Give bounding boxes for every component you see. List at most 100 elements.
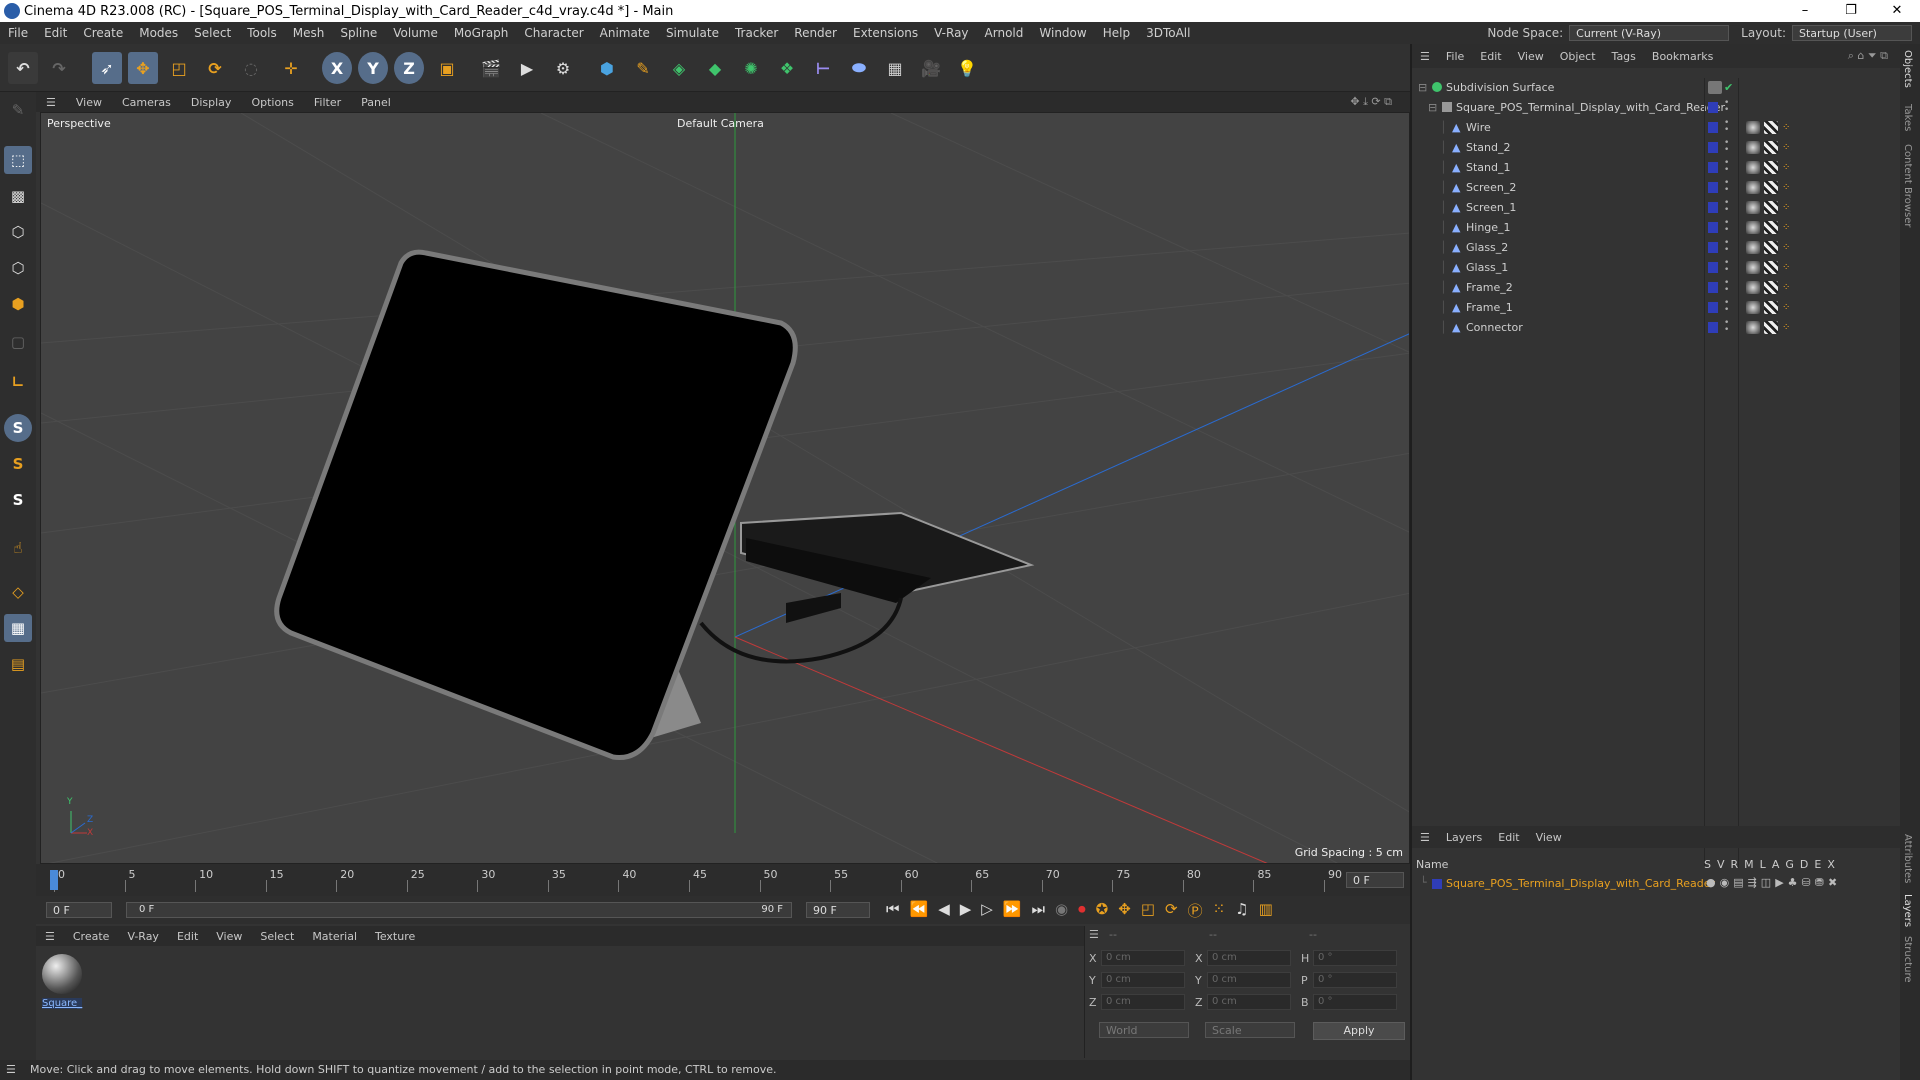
play-icon[interactable]: ▶ [960,900,972,921]
step-back-icon[interactable]: ◀ [938,900,950,921]
end-frame-field[interactable]: 90 F [806,902,870,918]
locked-workplane-icon[interactable]: ▦ [4,614,32,642]
layer-flag-header[interactable]: D [1800,858,1808,871]
visibility-dots-icon[interactable]: • • [1724,219,1729,235]
menu-mograph[interactable]: MoGraph [446,26,517,40]
phong-tag-icon[interactable]: ⁘ [1782,238,1790,257]
tab-structure[interactable]: Structure [1902,936,1913,983]
texture-tag-icon[interactable] [1764,181,1778,194]
render-settings-icon[interactable]: ⚙ [548,52,578,84]
texture-tag-icon[interactable] [1764,321,1778,334]
snap-settings-icon[interactable]: S [4,450,32,478]
layer-flag-header[interactable]: S [1704,858,1711,871]
layer-flag-header[interactable]: R [1731,858,1739,871]
tree-row-object[interactable]: │ ▲ Hinge_1 • • ⁘ [1412,218,1902,237]
polygons-mode-icon[interactable]: ⬢ [4,290,32,318]
uv-mode-icon[interactable]: ▢ [4,328,32,356]
axis-z-lock-button[interactable]: Z [394,52,424,84]
layers-menu-view[interactable]: View [1528,831,1570,844]
material-tag-icon[interactable] [1746,121,1760,134]
menu-volume[interactable]: Volume [385,26,446,40]
visibility-dots-icon[interactable]: • • [1724,139,1729,155]
texture-tag-icon[interactable] [1764,241,1778,254]
object-menu-edit[interactable]: Edit [1472,50,1509,63]
menu-modes[interactable]: Modes [131,26,186,40]
quantize-icon[interactable]: S [4,486,32,514]
visibility-dots-icon[interactable]: • • [1724,119,1729,135]
layer-flag-header[interactable]: A [1772,858,1780,871]
point-level-key-icon[interactable]: ⁙ [1213,900,1226,921]
rotation-h-field[interactable]: 0 ° [1313,950,1397,966]
axis-x-lock-button[interactable]: X [322,52,352,84]
object-hamburger-icon[interactable]: ☰ [1412,50,1438,63]
subdivision-surface-icon[interactable]: ◈ [664,52,694,84]
layer-flag-header[interactable]: V [1717,858,1725,871]
tree-row-object[interactable]: │ ▲ Frame_2 • • ⁘ [1412,278,1902,297]
model-mode-icon[interactable]: ⬚ [4,146,32,174]
menu-select[interactable]: Select [186,26,239,40]
visibility-dots-icon[interactable]: • • [1724,299,1729,315]
material-menu-material[interactable]: Material [303,930,366,943]
menu-extensions[interactable]: Extensions [845,26,926,40]
coordinate-system-icon[interactable]: ▣ [432,52,462,84]
extrude-generator-icon[interactable]: ◆ [700,52,730,84]
scale-key-icon[interactable]: ◰ [1141,900,1155,921]
visibility-dots-icon[interactable]: • • [1724,199,1729,215]
visibility-dots-icon[interactable]: • • [1724,99,1729,115]
menu-render[interactable]: Render [786,26,845,40]
texture-tag-icon[interactable] [1764,201,1778,214]
texture-tag-icon[interactable] [1764,281,1778,294]
move-tool-icon[interactable]: ✥ [128,52,158,84]
material-preview-sphere[interactable] [42,954,82,994]
viewport-navigation-icons[interactable]: ✥ ⤓ ⟳ ⧉ [1340,95,1402,109]
menu-character[interactable]: Character [516,26,591,40]
layer-flag-header[interactable]: G [1785,858,1794,871]
object-menu-bookmarks[interactable]: Bookmarks [1644,50,1721,63]
camera-label[interactable]: Default Camera [677,117,764,130]
material-menu-texture[interactable]: Texture [366,930,424,943]
material-tag-icon[interactable] [1746,161,1760,174]
layer-color-swatch[interactable] [1708,142,1718,153]
material-hamburger-icon[interactable]: ☰ [36,930,64,943]
frame-range-slider[interactable]: 0 F 90 F [126,902,792,918]
phong-tag-icon[interactable]: ⁘ [1782,178,1790,197]
step-forward-icon[interactable]: ▷ [981,900,993,921]
render-picture-viewer-icon[interactable]: ▶ [512,52,542,84]
create-tool-icon[interactable]: ✛ [276,52,306,84]
3d-viewport[interactable]: Perspective Default Camera Y X Z Grid Sp… [40,112,1410,864]
cloner-icon[interactable]: ✺ [736,52,766,84]
phong-tag-icon[interactable]: ⁘ [1782,278,1790,297]
keyframe-selection-icon[interactable]: ✪ [1096,900,1109,921]
phong-tag-icon[interactable]: ⁘ [1782,198,1790,217]
redo-icon[interactable]: ↷ [44,52,74,84]
edges-mode-icon[interactable]: ⬡ [4,254,32,282]
go-to-end-icon[interactable]: ⏭ [1032,900,1046,921]
layer-row[interactable]: └ Square_POS_Terminal_Display_with_Card_… [1412,874,1902,894]
layer-flag-header[interactable]: L [1760,858,1766,871]
texture-tag-icon[interactable] [1764,161,1778,174]
timeline-window-icon[interactable]: ▥ [1259,900,1273,921]
select-tool-icon[interactable]: ➶ [92,52,122,84]
pen-spline-icon[interactable]: ✎ [628,52,658,84]
expand-toggle-icon[interactable]: ⊟ [1428,98,1437,117]
menu-file[interactable]: File [0,26,36,40]
layer-color-swatch[interactable] [1432,879,1442,889]
material-tag-icon[interactable] [1746,141,1760,154]
material-menu-create[interactable]: Create [64,930,119,943]
layer-color-swatch[interactable] [1708,202,1718,213]
visibility-dots-icon[interactable]: • • [1724,159,1729,175]
menu-arnold[interactable]: Arnold [977,26,1032,40]
material-tag-icon[interactable] [1746,301,1760,314]
tab-content-browser[interactable]: Content Browser [1902,144,1913,227]
viewport-menu-options[interactable]: Options [241,96,303,109]
motion-mode-icon[interactable]: ♫ [1235,900,1248,921]
layer-color-swatch[interactable] [1708,122,1718,133]
workplane-icon[interactable]: ◇ [4,578,32,606]
object-menu-file[interactable]: File [1438,50,1472,63]
object-search-filter-icons[interactable]: ⌕ ⌂ ⏷ ⧉ [1840,49,1896,63]
minimize-button[interactable]: – [1782,0,1828,22]
phong-tag-icon[interactable]: ⁘ [1782,118,1790,137]
position-key-icon[interactable]: ✥ [1118,900,1131,921]
tab-layers[interactable]: Layers [1902,894,1913,927]
viewport-menu-view[interactable]: View [66,96,112,109]
